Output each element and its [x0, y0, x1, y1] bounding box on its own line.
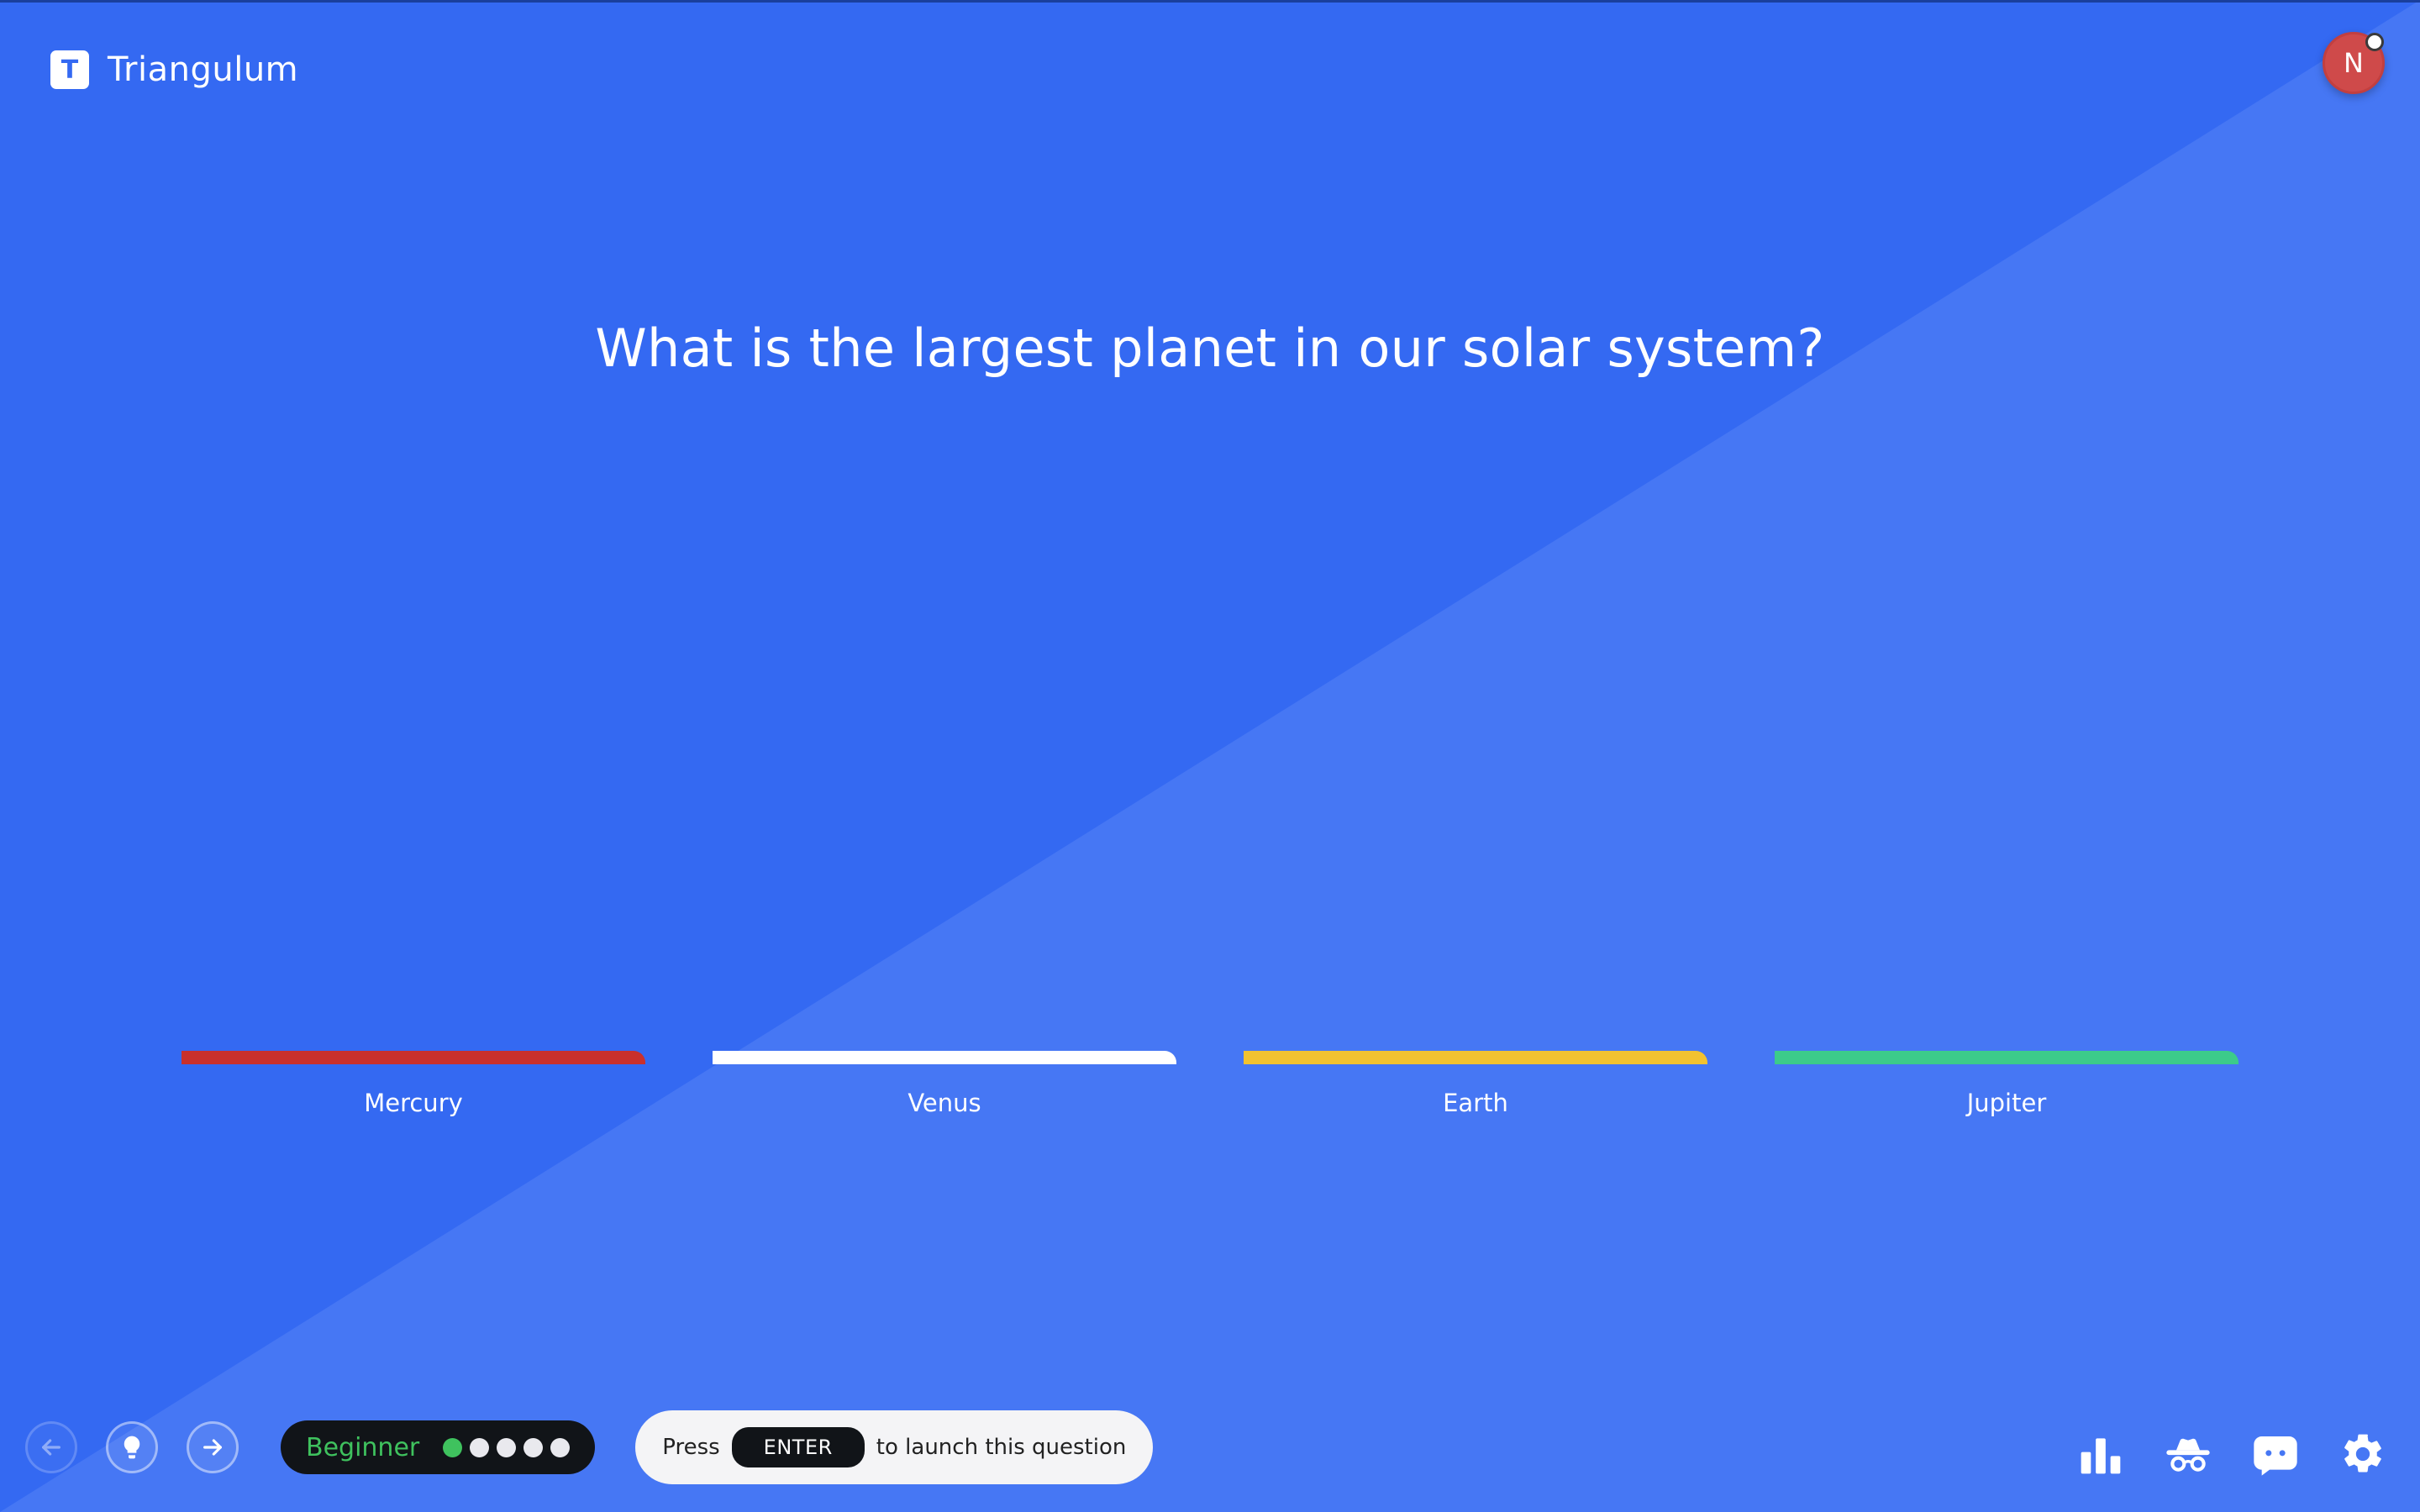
- answer-label: Mercury: [364, 1089, 463, 1117]
- settings-button[interactable]: [2339, 1431, 2386, 1478]
- answer-color-bar: [713, 1051, 1176, 1064]
- answer-label: Earth: [1443, 1089, 1508, 1117]
- incognito-button[interactable]: [2165, 1431, 2212, 1478]
- bar-chart-icon: [2081, 1438, 2121, 1474]
- answer-options: Mercury Venus Earth Jupiter: [182, 1051, 2238, 1126]
- launch-hint: Press ENTER to launch this question: [635, 1410, 1154, 1484]
- arrow-left-icon: [42, 1439, 60, 1456]
- question-text: What is the largest planet in our solar …: [595, 318, 1825, 379]
- hint-button[interactable]: [106, 1421, 158, 1473]
- answer-color-bar: [1244, 1051, 1707, 1064]
- answer-label: Jupiter: [1966, 1089, 2047, 1117]
- level-dot: [523, 1437, 544, 1457]
- previous-button[interactable]: [25, 1421, 77, 1473]
- brand-name: Triangulum: [108, 50, 299, 89]
- level-dot: [470, 1437, 490, 1457]
- answer-color-bar: [182, 1051, 645, 1064]
- brand-logo-icon: T: [50, 50, 89, 89]
- user-avatar[interactable]: N: [2323, 32, 2385, 94]
- enter-key-chip: ENTER: [731, 1427, 865, 1467]
- difficulty-level-pill[interactable]: Beginner: [281, 1420, 596, 1474]
- avatar-initial: N: [2344, 47, 2364, 79]
- hint-prefix: Press: [662, 1435, 720, 1460]
- arrow-right-icon: [203, 1439, 222, 1456]
- hint-suffix: to launch this question: [876, 1435, 1127, 1460]
- status-dot: [2365, 33, 2384, 51]
- top-border: [0, 0, 2420, 3]
- level-dot: [550, 1437, 571, 1457]
- answer-option-2[interactable]: Venus: [713, 1051, 1176, 1117]
- brand[interactable]: T Triangulum: [50, 50, 298, 89]
- gear-icon: [2344, 1434, 2381, 1473]
- background-diagonal: [0, 0, 2420, 1512]
- level-dot: [443, 1437, 463, 1457]
- answer-option-4[interactable]: Jupiter: [1775, 1051, 2238, 1117]
- lightbulb-icon: [124, 1436, 140, 1459]
- stats-button[interactable]: [2077, 1431, 2124, 1478]
- bottom-toolbar-right: [2037, 1426, 2386, 1482]
- answer-option-1[interactable]: Mercury: [182, 1051, 645, 1117]
- answer-color-bar: [1775, 1051, 2238, 1064]
- bottom-toolbar-left: Beginner Press ENTER to launch this ques…: [25, 1410, 1154, 1484]
- answer-option-3[interactable]: Earth: [1244, 1051, 1707, 1117]
- next-button[interactable]: [187, 1421, 239, 1473]
- answer-label: Venus: [908, 1089, 981, 1117]
- difficulty-label: Beginner: [306, 1432, 420, 1462]
- chat-button[interactable]: [2252, 1431, 2299, 1478]
- incognito-icon: [2166, 1438, 2210, 1472]
- chat-bot-icon: [2254, 1436, 2297, 1476]
- level-dot: [497, 1437, 517, 1457]
